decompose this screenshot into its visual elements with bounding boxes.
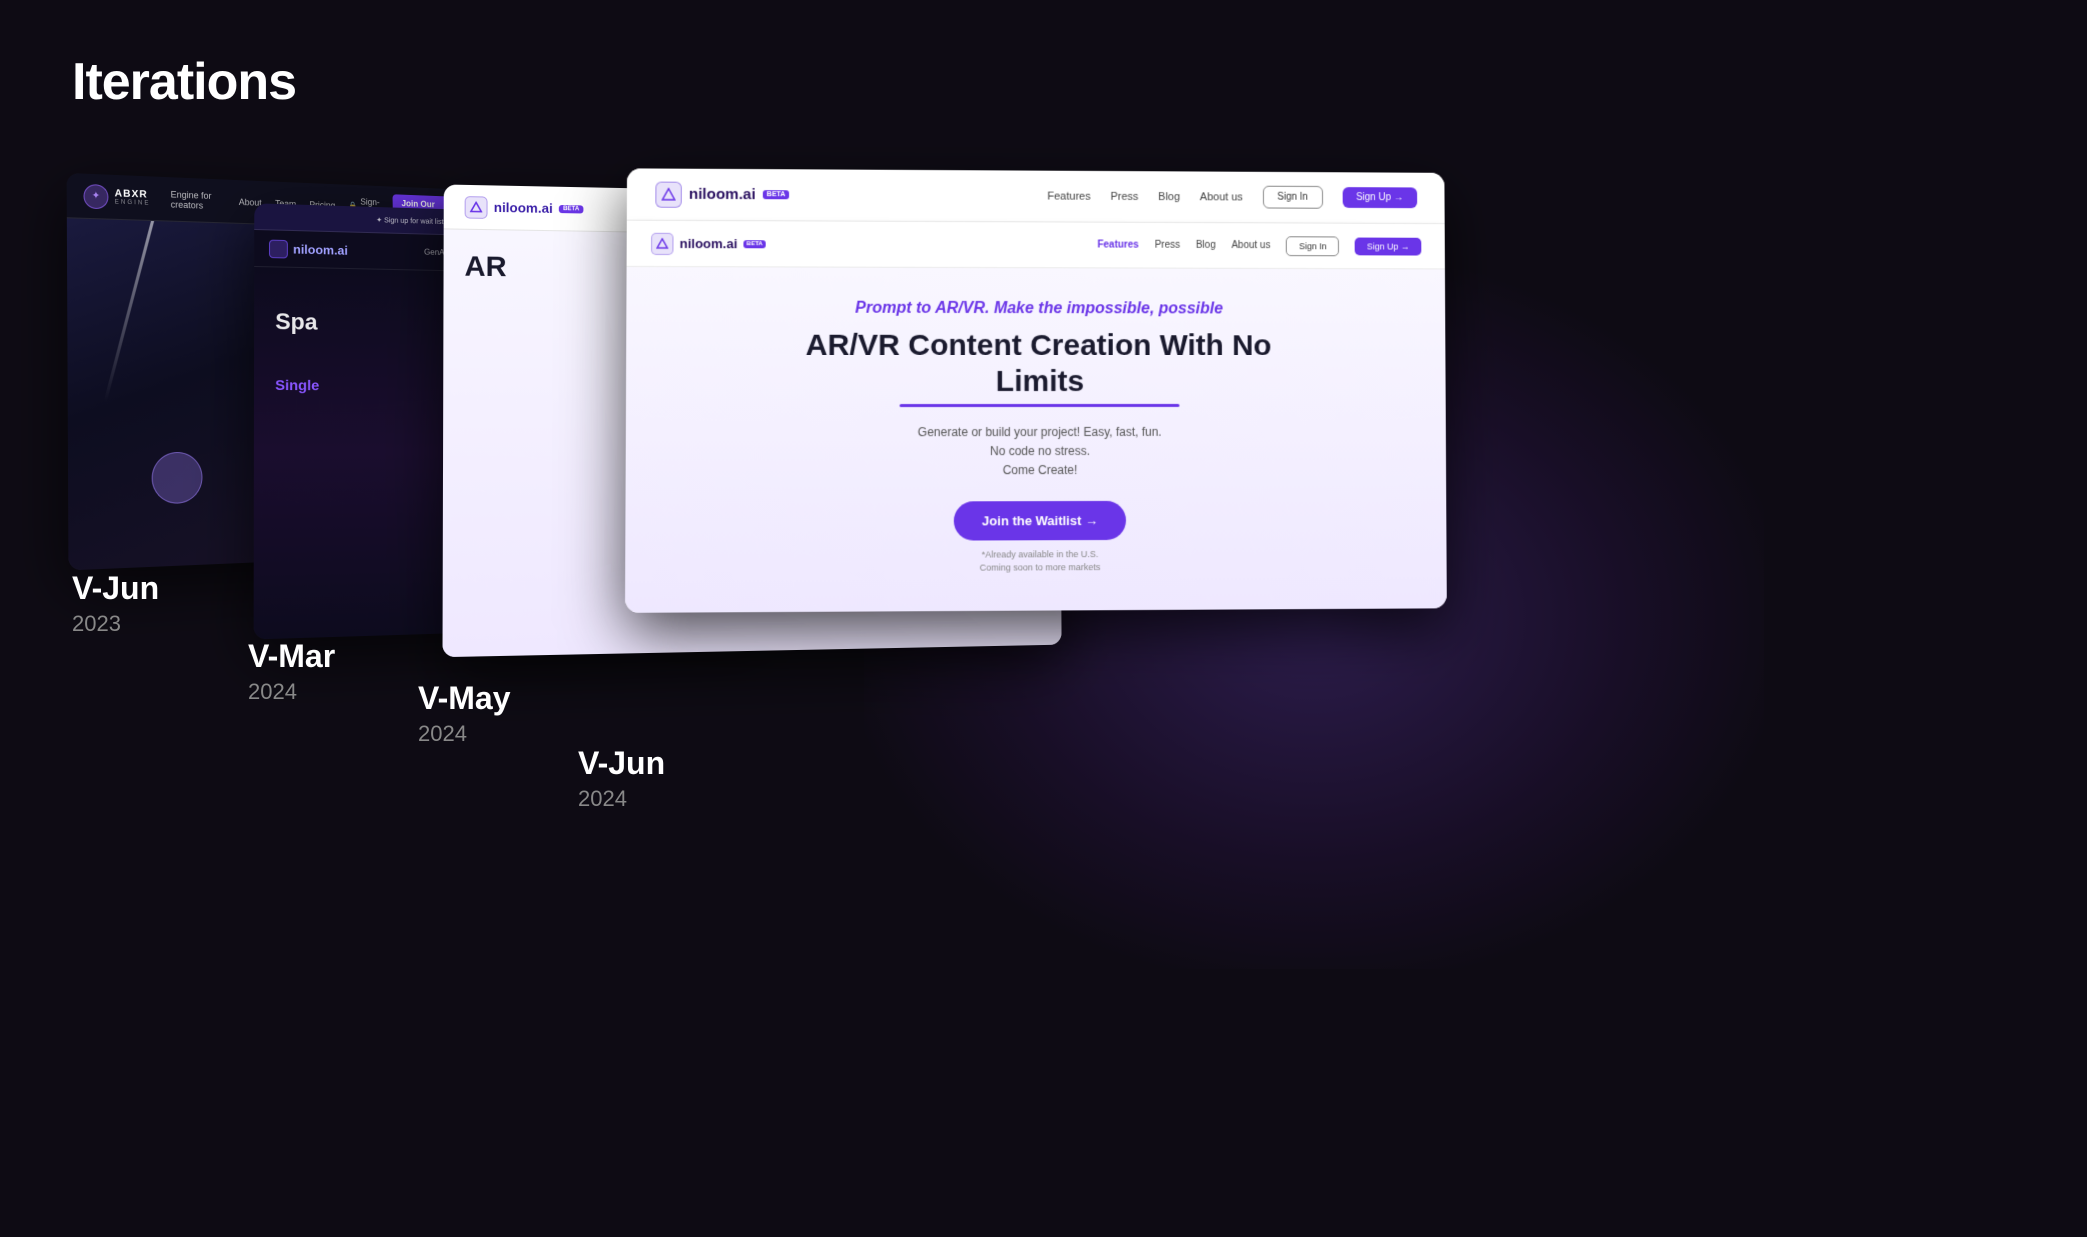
vjun2023-year: 2023	[72, 611, 159, 637]
subtitle-line2: No code no stress.	[990, 444, 1090, 458]
vjun2024-logo-top: niloom.ai BETA	[655, 181, 789, 208]
vjun2024-nav-blog-top[interactable]: Blog	[1158, 191, 1180, 203]
beta-badge-vjun2: BETA	[743, 240, 765, 248]
vjun2024-hero-title-text: AR/VR Content Creation With No Limits	[806, 329, 1272, 398]
cards-container: ✦ ABXR ENGINE Engine for creators About …	[60, 150, 2020, 1050]
subtitle-line3: Come Create!	[1003, 463, 1078, 477]
vjun2024-nav-aboutus-top[interactable]: About us	[1200, 191, 1243, 203]
subtitle-line1: Generate or build your project! Easy, fa…	[918, 425, 1162, 439]
vjun2024-nav-features-bot[interactable]: Features	[1097, 240, 1138, 251]
vmar2024-logo: niloom.ai	[269, 239, 348, 259]
light-beam	[104, 218, 159, 402]
vjun2023-version: V-Jun	[72, 570, 159, 607]
vjun2024-nav-aboutus-bot[interactable]: About us	[1231, 240, 1270, 251]
niloom-brand-vjun2: niloom.ai	[680, 236, 738, 251]
vjun2024-navbar-bottom: niloom.ai BETA Features Press Blog About…	[627, 221, 1445, 270]
niloom-logo-icon-v1	[269, 239, 288, 258]
vjun2024-cta-label: Join the Waitlist →	[982, 513, 1098, 528]
vmar2024-version: V-Mar	[248, 638, 335, 675]
title-underline	[900, 404, 1180, 407]
vjun2024-nav-press-bot[interactable]: Press	[1155, 240, 1180, 251]
beta-badge-vmay: BETA	[559, 204, 583, 213]
vjun2024-nav-links-top: Features Press Blog About us Sign In Sig…	[1047, 185, 1417, 210]
abxr-logo-icon: ✦	[83, 183, 108, 209]
label-vjun2024: V-Jun 2024	[578, 745, 665, 812]
vjun2024-year: 2024	[578, 786, 665, 812]
engine-text: ENGINE	[115, 199, 151, 206]
niloom-brand-vmay: niloom.ai	[494, 200, 553, 216]
beta-badge-vjun: BETA	[763, 190, 790, 199]
page-title: Iterations	[72, 52, 296, 112]
vjun2024-logo-bottom: niloom.ai BETA	[651, 232, 766, 255]
label-vmar2024: V-Mar 2024	[248, 638, 335, 705]
vmay2024-year: 2024	[418, 721, 510, 747]
vmay2024-hero-text: AR	[464, 250, 506, 282]
vjun2024-hero-title: AR/VR Content Creation With No Limits	[789, 328, 1289, 407]
vjun2024-nav-links-bottom: Features Press Blog About us Sign In Sig…	[1097, 235, 1421, 256]
niloom-logo-icon-vjun	[655, 181, 682, 207]
label-vjun2023: V-Jun 2023	[72, 570, 159, 637]
vjun2024-subtitle: Generate or build your project! Easy, fa…	[918, 423, 1162, 481]
vjun2023-nav-engine[interactable]: Engine for creators	[171, 189, 226, 211]
vmar2024-hero-sub: Single	[275, 377, 319, 394]
card-vjun2024: niloom.ai BETA Features Press Blog About…	[625, 168, 1447, 612]
note-line2: Coming soon to more markets	[980, 562, 1101, 573]
abxr-brand-name: ABXR ENGINE	[115, 189, 151, 207]
vjun2024-navbar-top: niloom.ai BETA Features Press Blog About…	[627, 168, 1445, 224]
vjun2024-signin-button-top[interactable]: Sign In	[1262, 186, 1322, 209]
vmay2024-version: V-May	[418, 680, 510, 717]
vmay2024-logo: niloom.ai BETA	[465, 196, 584, 220]
vjun2024-nav-blog-bot[interactable]: Blog	[1196, 240, 1216, 251]
decorative-circle	[151, 452, 202, 505]
niloom-brand-vjun: niloom.ai	[689, 186, 756, 203]
vjun2024-version: V-Jun	[578, 745, 665, 782]
label-vmay2024: V-May 2024	[418, 680, 510, 747]
vjun2024-note: *Already available in the U.S. Coming so…	[980, 548, 1101, 576]
vjun2024-signin-button-bot[interactable]: Sign In	[1286, 236, 1339, 256]
vjun2023-logo: ✦ ABXR ENGINE	[83, 183, 150, 210]
vmar2024-year: 2024	[248, 679, 335, 705]
vjun2024-tagline: Prompt to AR/VR. Make the impossible, po…	[855, 300, 1223, 319]
vjun2024-waitlist-button[interactable]: Join the Waitlist →	[954, 500, 1126, 540]
niloom-logo-icon-vjun2	[651, 232, 673, 254]
vjun2024-nav-press-top[interactable]: Press	[1110, 190, 1138, 202]
niloom-brand-text-v1: niloom.ai	[293, 242, 348, 258]
vjun2024-signup-button-bot[interactable]: Sign Up →	[1355, 237, 1421, 255]
niloom-logo-icon-v2	[465, 196, 488, 219]
vmar2024-hero-text: Spa	[275, 309, 317, 336]
vjun2024-signup-button-top[interactable]: Sign Up →	[1342, 187, 1417, 208]
vjun2024-body: Prompt to AR/VR. Make the impossible, po…	[625, 267, 1447, 613]
vjun2024-nav-features-top[interactable]: Features	[1047, 190, 1090, 202]
note-line1: *Already available in the U.S.	[982, 549, 1099, 560]
